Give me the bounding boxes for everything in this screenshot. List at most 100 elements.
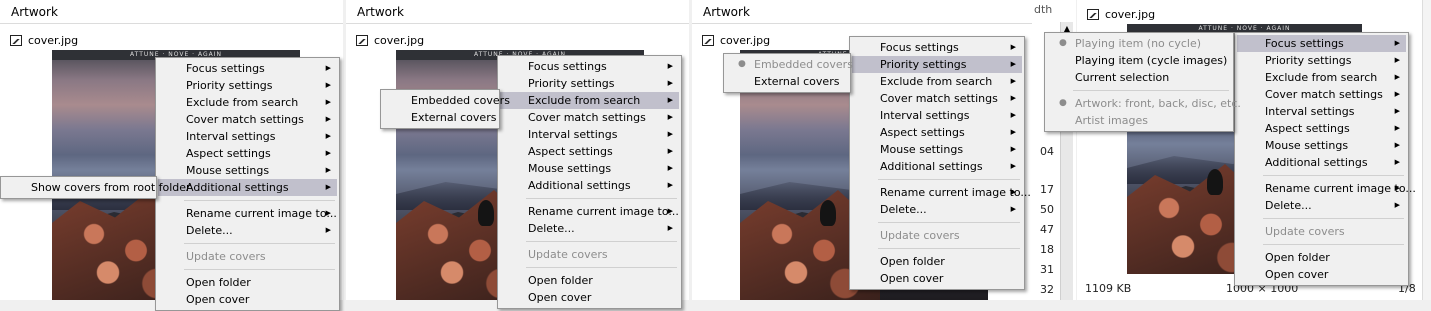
menu-item-open-cover[interactable]: Open cover xyxy=(852,270,1022,287)
menu-item-exclude-from-search[interactable]: Exclude from search ▶ xyxy=(158,94,337,111)
image-icon xyxy=(356,34,368,46)
menu-item-open-folder[interactable]: Open folder xyxy=(852,253,1022,270)
menu-item-rename-current-image-to[interactable]: Rename current image to... ▶ xyxy=(500,203,679,220)
menu-item-focus-settings[interactable]: Focus settings ▶ xyxy=(500,58,679,75)
menu-item-focus-settings[interactable]: Focus settings ▶ xyxy=(1237,35,1406,52)
menu-item-embedded-covers[interactable]: Embedded covers xyxy=(383,92,510,109)
menu-item-delete[interactable]: Delete... ▶ xyxy=(500,220,679,237)
menu-item-delete[interactable]: Delete... ▶ xyxy=(852,201,1022,218)
menu-item-current-selection[interactable]: Current selection xyxy=(1047,69,1231,86)
bird-silhouette xyxy=(478,200,494,226)
submenu-arrow-icon: ▶ xyxy=(667,96,673,104)
menu-item-delete[interactable]: Delete... ▶ xyxy=(1237,197,1406,214)
menu-item-embedded-covers: ● Embedded covers xyxy=(726,56,853,73)
menu-item-aspect-settings[interactable]: Aspect settings ▶ xyxy=(1237,120,1406,137)
menu-item-label: Interval settings xyxy=(880,109,970,122)
menu-item-priority-settings[interactable]: Priority settings ▶ xyxy=(852,56,1022,73)
menu-item-exclude-from-search[interactable]: Exclude from search ▶ xyxy=(852,73,1022,90)
menu-item-interval-settings[interactable]: Interval settings ▶ xyxy=(158,128,337,145)
menu-item-focus-settings[interactable]: Focus settings ▶ xyxy=(852,39,1022,56)
menu-item-exclude-from-search[interactable]: Exclude from search ▶ xyxy=(1237,69,1406,86)
menu-item-interval-settings[interactable]: Interval settings ▶ xyxy=(500,126,679,143)
menu-item-open-cover[interactable]: Open cover xyxy=(500,289,679,306)
menu-item-show-covers-from-root-folder[interactable]: Show covers from root folder xyxy=(3,179,191,196)
submenu-arrow-icon: ▶ xyxy=(667,79,673,87)
menu-item-mouse-settings[interactable]: Mouse settings ▶ xyxy=(852,141,1022,158)
menu-item-mouse-settings[interactable]: Mouse settings ▶ xyxy=(500,160,679,177)
bird-silhouette xyxy=(820,200,836,226)
menu-item-label: Priority settings xyxy=(528,77,615,90)
menu-item-rename-current-image-to[interactable]: Rename current image to... ▶ xyxy=(852,184,1031,201)
submenu-arrow-icon: ▶ xyxy=(1394,141,1400,149)
panel-title: Artwork xyxy=(346,0,689,24)
menu-separator xyxy=(878,179,1020,180)
menu-item-label: Exclude from search xyxy=(880,75,993,88)
menu-item-rename-current-image-to[interactable]: Rename current image to... ▶ xyxy=(1237,180,1416,197)
menu-item-label: Open folder xyxy=(186,276,251,289)
menu-item-aspect-settings[interactable]: Aspect settings ▶ xyxy=(852,124,1022,141)
bird-silhouette xyxy=(1207,169,1223,195)
menu-item-open-folder[interactable]: Open folder xyxy=(1237,249,1406,266)
menu-item-label: Open cover xyxy=(1265,268,1329,281)
menu-item-label: Cover match settings xyxy=(528,111,646,124)
right-scrollbar[interactable] xyxy=(1422,0,1431,300)
menu-item-open-cover[interactable]: Open cover xyxy=(1237,266,1406,283)
context-menu-2: Focus settings ▶ Priority settings ▶ Exclude… xyxy=(497,55,682,309)
menu-item-external-covers[interactable]: External covers xyxy=(383,109,497,126)
submenu-arrow-icon: ▶ xyxy=(1010,162,1016,170)
menu-item-priority-settings[interactable]: Priority settings ▶ xyxy=(500,75,679,92)
menu-item-mouse-settings[interactable]: Mouse settings ▶ xyxy=(1237,137,1406,154)
menu-item-label: Priority settings xyxy=(186,79,273,92)
menu-separator xyxy=(184,200,335,201)
menu-item-label: Aspect settings xyxy=(186,147,271,160)
menu-item-priority-settings[interactable]: Priority settings ▶ xyxy=(1237,52,1406,69)
menu-item-label: Additional settings xyxy=(528,179,631,192)
radio-bullet-icon: ● xyxy=(738,59,746,69)
menu-item-label: Mouse settings xyxy=(186,164,270,177)
menu-item-cover-match-settings[interactable]: Cover match settings ▶ xyxy=(1237,86,1406,103)
menu-item-external-covers[interactable]: External covers xyxy=(726,73,848,90)
menu-item-priority-settings[interactable]: Priority settings ▶ xyxy=(158,77,337,94)
menu-item-aspect-settings[interactable]: Aspect settings ▶ xyxy=(500,143,679,160)
file-row[interactable]: cover.jpg xyxy=(0,26,343,50)
menu-separator xyxy=(878,222,1020,223)
menu-separator xyxy=(184,269,335,270)
menu-item-mouse-settings[interactable]: Mouse settings ▶ xyxy=(158,162,337,179)
menu-item-additional-settings[interactable]: Additional settings ▶ xyxy=(1237,154,1406,171)
image-icon xyxy=(10,34,22,46)
menu-item-exclude-from-search[interactable]: Exclude from search ▶ xyxy=(500,92,679,109)
submenu-arrow-icon: ▶ xyxy=(325,98,331,106)
submenu-arrow-icon: ▶ xyxy=(325,183,331,191)
menu-item-label: Priority settings xyxy=(880,58,967,71)
menu-item-cover-match-settings[interactable]: Cover match settings ▶ xyxy=(500,109,679,126)
menu-item-aspect-settings[interactable]: Aspect settings ▶ xyxy=(158,145,337,162)
menu-item-label: External covers xyxy=(754,75,840,88)
menu-item-update-covers: Update covers xyxy=(500,246,679,263)
submenu-arrow-icon: ▶ xyxy=(1010,77,1016,85)
menu-item-additional-settings[interactable]: Additional settings ▶ xyxy=(500,177,679,194)
menu-separator xyxy=(526,241,677,242)
menu-item-label: Additional settings xyxy=(1265,156,1368,169)
number-cell: 17 xyxy=(1040,183,1054,196)
menu-item-update-covers: Update covers xyxy=(1237,223,1406,240)
menu-item-delete[interactable]: Delete... ▶ xyxy=(158,222,337,239)
menu-item-label: Aspect settings xyxy=(528,145,613,158)
file-row[interactable]: cover.jpg xyxy=(346,26,689,50)
menu-item-cover-match-settings[interactable]: Cover match settings ▶ xyxy=(852,90,1022,107)
menu-item-interval-settings[interactable]: Interval settings ▶ xyxy=(852,107,1022,124)
menu-item-open-folder[interactable]: Open folder xyxy=(500,272,679,289)
menu-item-interval-settings[interactable]: Interval settings ▶ xyxy=(1237,103,1406,120)
submenu-arrow-icon: ▶ xyxy=(1010,145,1016,153)
menu-item-additional-settings[interactable]: Additional settings ▶ xyxy=(852,158,1022,175)
submenu-additional-settings: Show covers from root folder xyxy=(0,176,191,199)
menu-item-rename-current-image-to[interactable]: Rename current image to... ▶ xyxy=(158,205,337,222)
menu-item-playing-item-cycle-images[interactable]: Playing item (cycle images) xyxy=(1047,52,1231,69)
menu-item-cover-match-settings[interactable]: Cover match settings ▶ xyxy=(158,111,337,128)
file-row[interactable]: cover.jpg xyxy=(1077,0,1431,24)
menu-item-focus-settings[interactable]: Focus settings ▶ xyxy=(158,60,337,77)
menu-item-label: Rename current image to... xyxy=(186,207,337,220)
menu-item-label: Open folder xyxy=(1265,251,1330,264)
menu-item-open-folder[interactable]: Open folder xyxy=(158,274,337,291)
menu-item-label: Embedded covers xyxy=(754,58,853,71)
submenu-arrow-icon: ▶ xyxy=(1010,60,1016,68)
